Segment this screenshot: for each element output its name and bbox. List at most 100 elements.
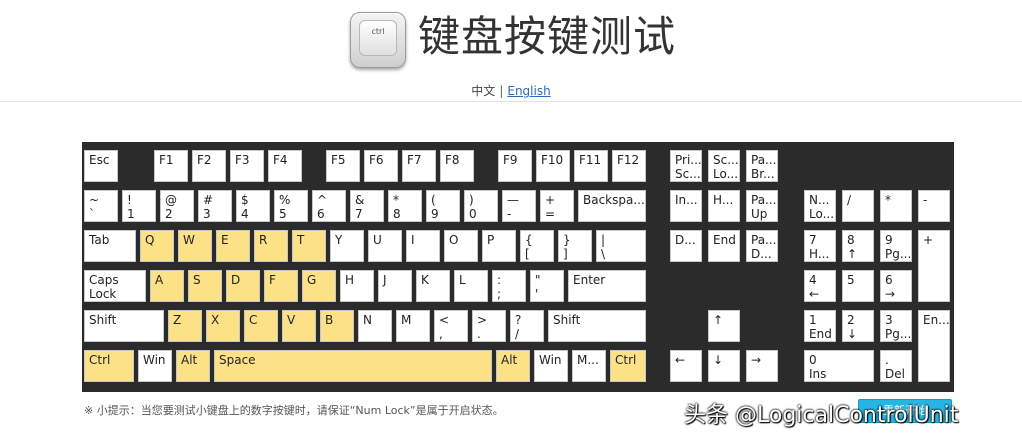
key-quote[interactable]: " ' xyxy=(530,270,564,302)
key-f3[interactable]: F3 xyxy=(230,150,264,182)
key-s[interactable]: S xyxy=(188,270,222,302)
key-tab[interactable]: Tab xyxy=(84,230,136,262)
key-f12[interactable]: F12 xyxy=(612,150,646,182)
key-f9[interactable]: F9 xyxy=(498,150,532,182)
key-digit-1[interactable]: ! 1 xyxy=(122,190,156,222)
key-esc[interactable]: Esc xyxy=(84,150,118,182)
key-d[interactable]: D xyxy=(226,270,260,302)
key-menu[interactable]: M... xyxy=(572,350,606,382)
key-ctrl-right[interactable]: Ctrl xyxy=(610,350,646,382)
key-equal[interactable]: + = xyxy=(540,190,574,222)
key-bracket-left[interactable]: {[ xyxy=(520,230,554,262)
key-page-down[interactable]: Pa... D... xyxy=(746,230,778,262)
key-digit-7[interactable]: & 7 xyxy=(350,190,384,222)
key-q[interactable]: Q xyxy=(140,230,174,262)
key-numpad-divide[interactable]: / xyxy=(842,190,874,222)
key-j[interactable]: J xyxy=(378,270,412,302)
key-v[interactable]: V xyxy=(282,310,316,342)
key-slash[interactable]: ? / xyxy=(510,310,544,342)
key-caps-lock[interactable]: Caps Lock xyxy=(84,270,146,302)
key-num-lock[interactable]: N... Lo... xyxy=(804,190,836,222)
key-shift-right[interactable]: Shift xyxy=(548,310,646,342)
lang-english-link[interactable]: English xyxy=(507,84,550,98)
key-numpad-6[interactable]: 6 → xyxy=(880,270,912,302)
key-k[interactable]: K xyxy=(416,270,450,302)
key-arrow-left[interactable]: ← xyxy=(670,350,702,382)
key-semicolon[interactable]: :; xyxy=(492,270,526,302)
key-end[interactable]: End xyxy=(708,230,740,262)
key-win-left[interactable]: Win xyxy=(138,350,172,382)
key-numpad-0[interactable]: 0 Ins xyxy=(804,350,874,382)
key-digit-8[interactable]: * 8 xyxy=(388,190,422,222)
key-numpad-8[interactable]: 8 ↑ xyxy=(842,230,874,262)
key-t[interactable]: T xyxy=(292,230,326,262)
key-digit-3[interactable]: #3 xyxy=(198,190,232,222)
key-o[interactable]: O xyxy=(444,230,478,262)
key-home[interactable]: H... xyxy=(708,190,740,222)
key-page-up[interactable]: Pa... Up xyxy=(746,190,778,222)
key-insert[interactable]: In... xyxy=(670,190,702,222)
key-delete[interactable]: D... xyxy=(670,230,702,262)
key-alt-left[interactable]: Alt xyxy=(176,350,210,382)
key-n[interactable]: N xyxy=(358,310,392,342)
key-digit-6[interactable]: ^ 6 xyxy=(312,190,346,222)
key-f2[interactable]: F2 xyxy=(192,150,226,182)
key-arrow-up[interactable]: ↑ xyxy=(708,310,740,342)
key-digit-5[interactable]: % 5 xyxy=(274,190,308,222)
key-p[interactable]: P xyxy=(482,230,516,262)
key-i[interactable]: I xyxy=(406,230,440,262)
key-bracket-right[interactable]: }] xyxy=(558,230,592,262)
key-shift-left[interactable]: Shift xyxy=(84,310,164,342)
key-f5[interactable]: F5 xyxy=(326,150,360,182)
key-w[interactable]: W xyxy=(178,230,212,262)
key-f6[interactable]: F6 xyxy=(364,150,398,182)
key-numpad-enter[interactable]: En... xyxy=(918,310,950,382)
key-arrow-right[interactable]: → xyxy=(746,350,778,382)
key-numpad-2[interactable]: 2 ↓ xyxy=(842,310,874,342)
key-f10[interactable]: F10 xyxy=(536,150,570,182)
key-x[interactable]: X xyxy=(206,310,240,342)
key-numpad-plus[interactable]: + xyxy=(918,230,950,302)
key-minus[interactable]: — - xyxy=(502,190,536,222)
key-f1[interactable]: F1 xyxy=(154,150,188,182)
key-digit-0[interactable]: ) 0 xyxy=(464,190,498,222)
key-a[interactable]: A xyxy=(150,270,184,302)
key-numpad-9[interactable]: 9 Pg... xyxy=(880,230,912,262)
key-alt-right[interactable]: Alt xyxy=(496,350,530,382)
key-f7[interactable]: F7 xyxy=(402,150,436,182)
key-r[interactable]: R xyxy=(254,230,288,262)
key-backtick[interactable]: ~ ` xyxy=(84,190,118,222)
key-space[interactable]: Space xyxy=(214,350,492,382)
key-g[interactable]: G xyxy=(302,270,336,302)
key-numpad-4[interactable]: 4 ← xyxy=(804,270,836,302)
key-numpad-minus[interactable]: - xyxy=(918,190,950,222)
key-u[interactable]: U xyxy=(368,230,402,262)
key-e[interactable]: E xyxy=(216,230,250,262)
key-numpad-5[interactable]: 5 xyxy=(842,270,874,302)
key-numpad-multiply[interactable]: * xyxy=(880,190,912,222)
key-pause-break[interactable]: Pa... Br... xyxy=(746,150,778,182)
key-win-right[interactable]: Win xyxy=(534,350,568,382)
key-digit-2[interactable]: @2 xyxy=(160,190,194,222)
key-period[interactable]: >. xyxy=(472,310,506,342)
key-z[interactable]: Z xyxy=(168,310,202,342)
key-y[interactable]: Y xyxy=(330,230,364,262)
key-enter[interactable]: Enter xyxy=(568,270,646,302)
key-numpad-3[interactable]: 3 Pg... xyxy=(880,310,912,342)
key-f4[interactable]: F4 xyxy=(268,150,302,182)
key-b[interactable]: B xyxy=(320,310,354,342)
key-print-screen[interactable]: Pri... Sc... xyxy=(670,150,702,182)
key-arrow-down[interactable]: ↓ xyxy=(708,350,740,382)
key-f[interactable]: F xyxy=(264,270,298,302)
key-backslash[interactable]: | \ xyxy=(596,230,646,262)
key-m[interactable]: M xyxy=(396,310,430,342)
key-digit-4[interactable]: $4 xyxy=(236,190,270,222)
key-scroll-lock[interactable]: Sc... Lo... xyxy=(708,150,740,182)
key-h[interactable]: H xyxy=(340,270,374,302)
key-numpad-1[interactable]: 1 End xyxy=(804,310,836,342)
key-numpad-decimal[interactable]: . Del xyxy=(880,350,912,382)
key-backspace[interactable]: Backspa... xyxy=(578,190,646,222)
key-numpad-7[interactable]: 7 H... xyxy=(804,230,836,262)
key-l[interactable]: L xyxy=(454,270,488,302)
key-f8[interactable]: F8 xyxy=(440,150,474,182)
